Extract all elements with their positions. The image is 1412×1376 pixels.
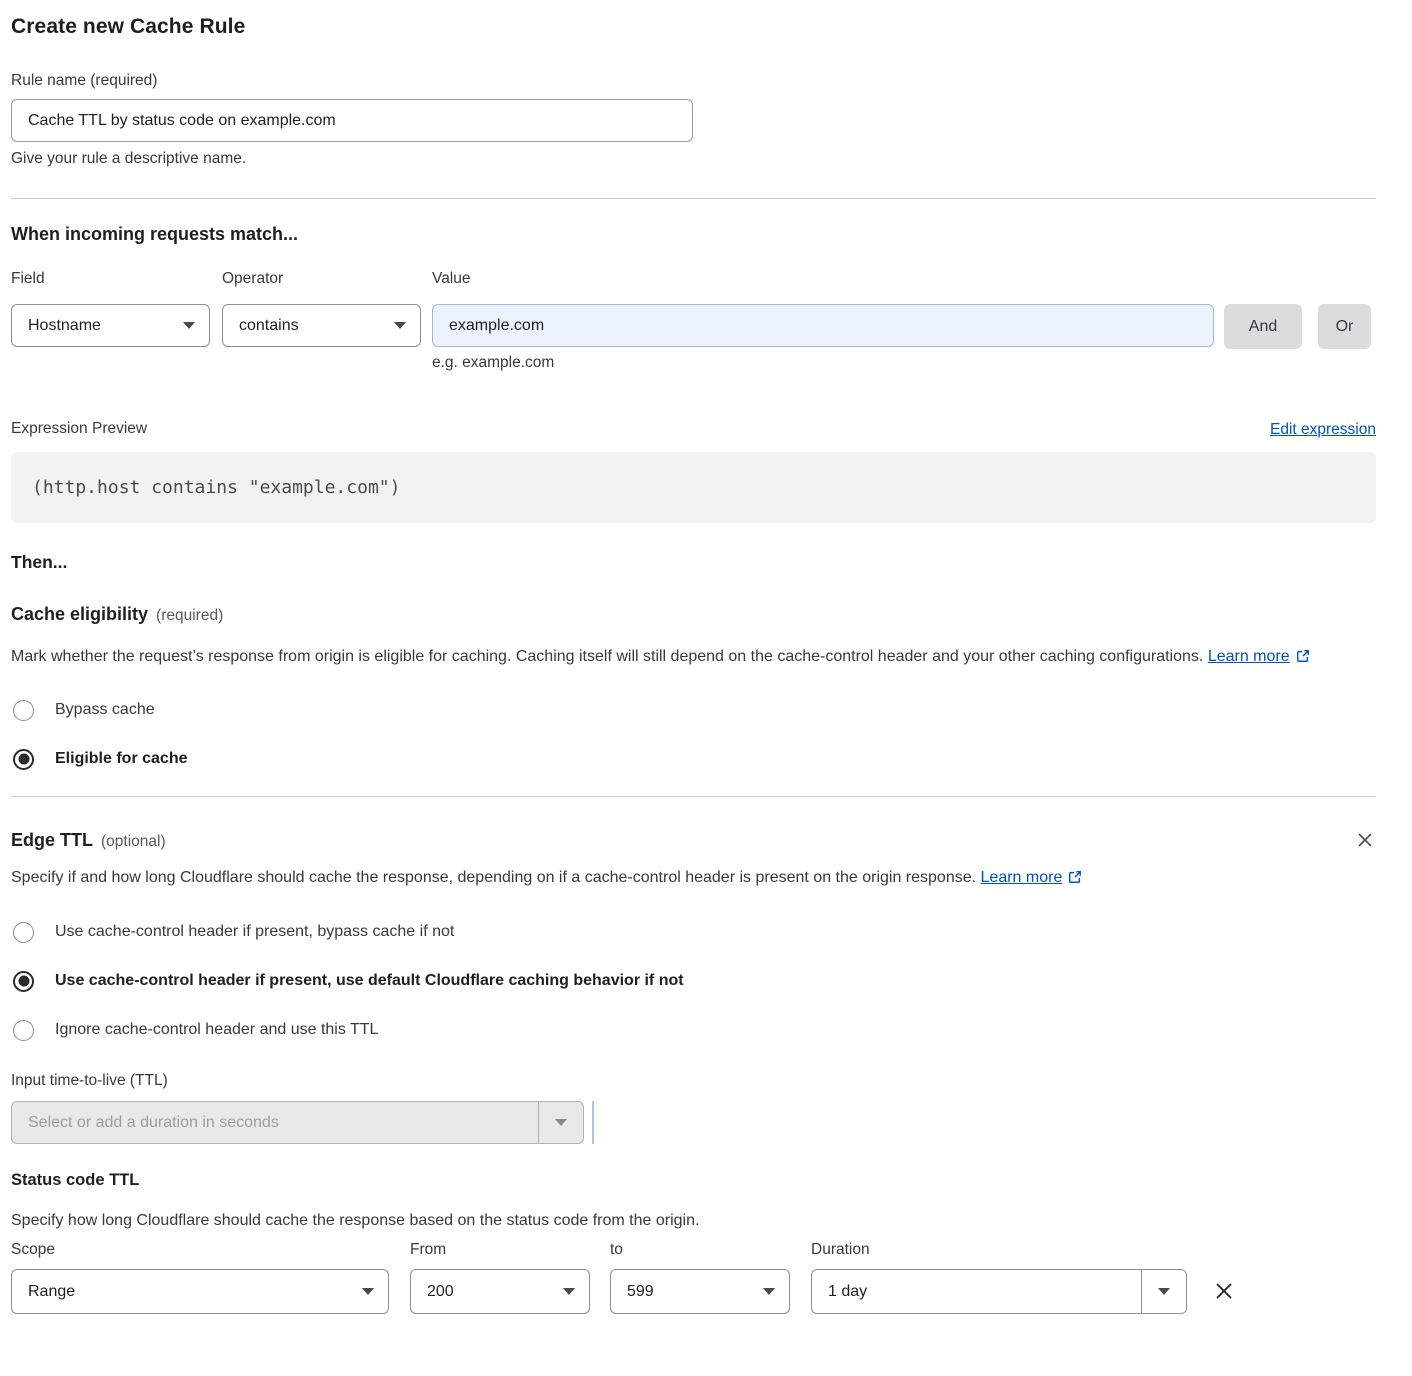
field-select[interactable]: Hostname xyxy=(11,304,210,347)
from-select[interactable]: 200 xyxy=(410,1269,590,1314)
operator-select-value: contains xyxy=(239,317,299,335)
radio-label: Ignore cache-control header and use this… xyxy=(55,1018,378,1042)
ttl-duration-select[interactable]: Select or add a duration in seconds xyxy=(11,1101,584,1144)
external-link-icon xyxy=(1296,644,1310,673)
scope-column: Scope Range xyxy=(11,1240,389,1314)
operator-select[interactable]: contains xyxy=(222,304,421,347)
edge-ttl-title: Edge TTL xyxy=(11,830,93,850)
chevron-down-icon xyxy=(538,1102,583,1143)
to-select-value: 599 xyxy=(627,1283,654,1301)
learn-more-link[interactable]: Learn more xyxy=(981,869,1063,886)
to-column: to 599 xyxy=(610,1240,790,1314)
chevron-down-icon xyxy=(394,322,406,329)
chevron-down-icon xyxy=(1141,1270,1186,1313)
operator-column: Operator contains xyxy=(222,269,421,347)
cache-eligibility-description-text: Mark whether the request’s response from… xyxy=(11,648,1203,665)
edge-ttl-description: Specify if and how long Cloudflare shoul… xyxy=(11,863,1351,894)
section-divider xyxy=(11,796,1376,797)
chevron-down-icon xyxy=(763,1288,775,1295)
from-column: From 200 xyxy=(410,1240,590,1314)
status-code-ttl-section: Status code TTL Specify how long Cloudfl… xyxy=(11,1169,1376,1314)
ttl-input-row: Select or add a duration in seconds xyxy=(11,1101,1376,1144)
radio-label: Bypass cache xyxy=(55,698,155,722)
status-code-ttl-row: Scope Range From 200 to 599 xyxy=(11,1240,1376,1314)
from-select-value: 200 xyxy=(427,1283,454,1301)
status-code-ttl-title: Status code TTL xyxy=(11,1171,139,1189)
edge-ttl-header: Edge TTL (optional) xyxy=(11,829,1376,851)
radio-label: Eligible for cache xyxy=(55,747,187,771)
value-column: Value e.g. example.com xyxy=(432,269,1214,373)
radio-label: Use cache-control header if present, use… xyxy=(55,969,684,993)
close-icon[interactable] xyxy=(1354,829,1376,851)
chevron-down-icon xyxy=(563,1288,575,1295)
adjacent-field-edge-divider xyxy=(592,1101,594,1144)
scope-select[interactable]: Range xyxy=(11,1269,389,1314)
radio-option-ignore-header[interactable]: Ignore cache-control header and use this… xyxy=(11,1018,1376,1042)
radio-label: Use cache-control header if present, byp… xyxy=(55,920,454,944)
to-select[interactable]: 599 xyxy=(610,1269,790,1314)
section-divider xyxy=(11,198,1376,199)
radio-icon[interactable] xyxy=(13,700,34,721)
then-heading: Then... xyxy=(11,551,1376,573)
scope-select-value: Range xyxy=(28,1283,75,1301)
optional-tag: (optional) xyxy=(101,833,166,850)
radio-icon[interactable] xyxy=(13,922,34,943)
duration-select-value: 1 day xyxy=(812,1270,1141,1313)
learn-more-link[interactable]: Learn more xyxy=(1208,648,1290,665)
rule-name-help: Give your rule a descriptive name. xyxy=(11,149,1376,169)
field-select-value: Hostname xyxy=(28,317,101,335)
field-label: Field xyxy=(11,269,210,289)
external-link-icon xyxy=(1068,865,1082,894)
cache-eligibility-section: Cache eligibility (required) Mark whether… xyxy=(11,603,1376,771)
expression-preview-box: (http.host contains "example.com") xyxy=(11,452,1376,523)
cache-eligibility-description: Mark whether the request’s response from… xyxy=(11,642,1351,673)
edit-expression-link[interactable]: Edit expression xyxy=(1270,421,1376,439)
expression-preview-label: Expression Preview xyxy=(11,419,147,439)
radio-icon[interactable] xyxy=(13,749,34,770)
edge-ttl-section: Edge TTL (optional) Specify if and how lo… xyxy=(11,829,1376,1144)
radio-icon[interactable] xyxy=(13,1020,34,1041)
or-button[interactable]: Or xyxy=(1318,304,1371,349)
chevron-down-icon xyxy=(362,1288,374,1295)
chevron-down-icon xyxy=(183,322,195,329)
match-section-heading: When incoming requests match... xyxy=(11,223,1376,245)
from-label: From xyxy=(410,1240,590,1260)
rule-name-label: Rule name (required) xyxy=(11,71,1376,91)
remove-row-icon[interactable] xyxy=(1211,1278,1237,1304)
required-tag: (required) xyxy=(156,607,223,624)
to-label: to xyxy=(610,1240,790,1260)
duration-column: Duration 1 day xyxy=(811,1240,1187,1314)
expression-preview-header: Expression Preview Edit expression xyxy=(11,419,1376,439)
match-condition-row: Field Hostname Operator contains Value e… xyxy=(11,269,1376,373)
scope-label: Scope xyxy=(11,1240,389,1260)
rule-name-input[interactable] xyxy=(11,99,693,142)
duration-select[interactable]: 1 day xyxy=(811,1269,1187,1314)
ttl-input-label: Input time-to-live (TTL) xyxy=(11,1071,1376,1091)
page-title: Create new Cache Rule xyxy=(11,14,1376,40)
field-column: Field Hostname xyxy=(11,269,210,347)
value-help: e.g. example.com xyxy=(432,353,1214,373)
edge-ttl-description-text: Specify if and how long Cloudflare shoul… xyxy=(11,869,976,886)
create-cache-rule-form: Create new Cache Rule Rule name (require… xyxy=(0,0,1412,1338)
status-code-ttl-description: Specify how long Cloudflare should cache… xyxy=(11,1211,1351,1231)
radio-option-use-header-bypass[interactable]: Use cache-control header if present, byp… xyxy=(11,920,1376,944)
ttl-duration-placeholder: Select or add a duration in seconds xyxy=(12,1102,538,1143)
radio-option-eligible-for-cache[interactable]: Eligible for cache xyxy=(11,747,1376,771)
operator-label: Operator xyxy=(222,269,421,289)
radio-option-use-header-default[interactable]: Use cache-control header if present, use… xyxy=(11,969,1376,993)
duration-label: Duration xyxy=(811,1240,1187,1260)
value-label: Value xyxy=(432,269,1214,289)
and-button[interactable]: And xyxy=(1224,304,1302,349)
expression-code: (http.host contains "example.com") xyxy=(32,477,400,498)
radio-option-bypass-cache[interactable]: Bypass cache xyxy=(11,698,1376,722)
cache-eligibility-title: Cache eligibility xyxy=(11,604,148,624)
value-input[interactable] xyxy=(432,304,1214,347)
radio-icon[interactable] xyxy=(13,971,34,992)
